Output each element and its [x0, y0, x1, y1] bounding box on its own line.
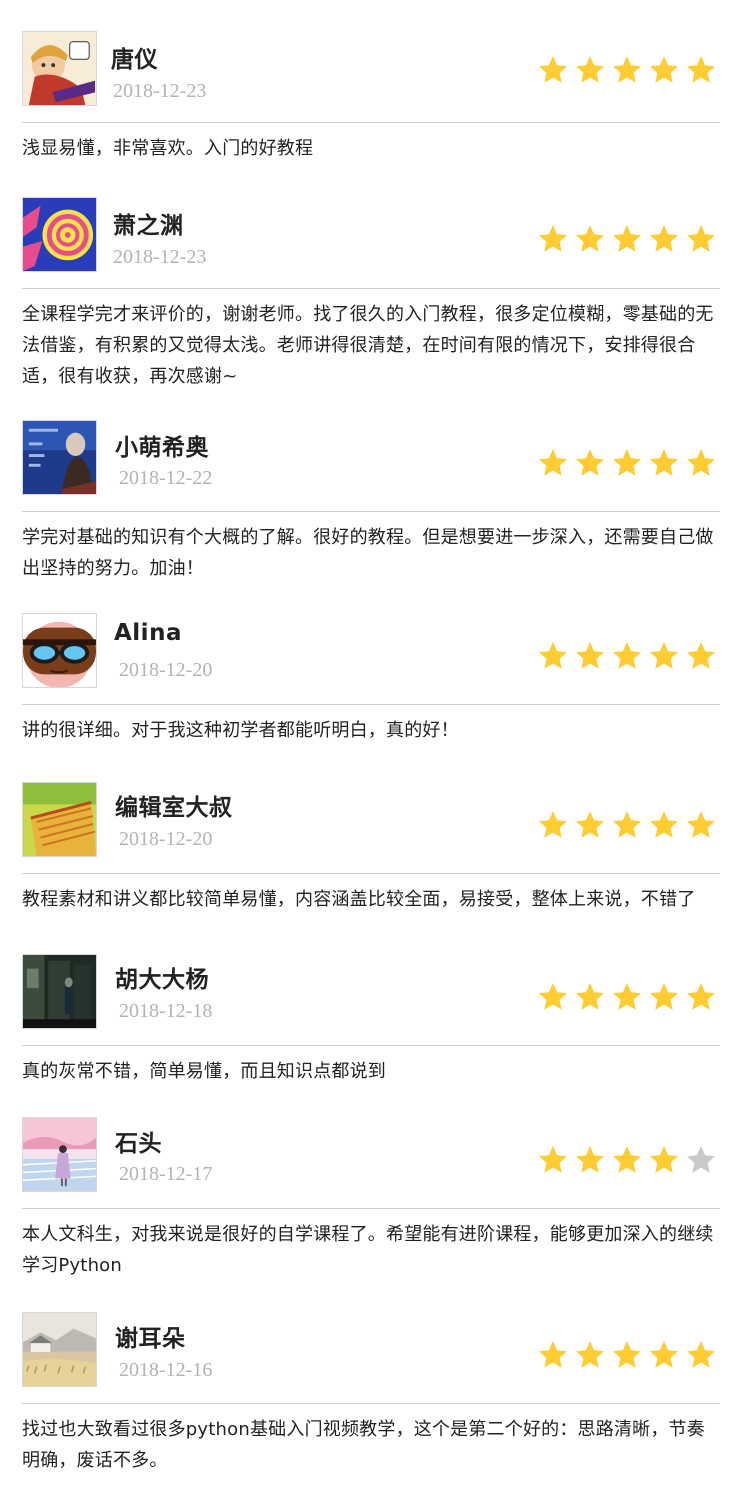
review-list: 唐仪 2018-12-23 浅显易懂，非常喜欢。入门的好教程 萧之渊 2018-… [0, 0, 750, 1501]
rating-stars [532, 1339, 717, 1371]
star-filled-icon [648, 640, 680, 672]
avatar[interactable] [22, 197, 97, 272]
star-filled-icon [685, 809, 717, 841]
star-filled-icon [648, 1339, 680, 1371]
reviewer-name: 编辑室大叔 [115, 795, 233, 821]
avatar[interactable] [22, 954, 97, 1029]
divider [22, 288, 720, 289]
star-filled-icon [611, 1144, 643, 1176]
review-comment: 教程素材和讲义都比较简单易懂，内容涵盖比较全面，易接受，整体上来说，不错了 [22, 889, 696, 910]
reviewer-name: 小萌希奥 [115, 435, 209, 461]
reviewer-name: Alina [114, 620, 182, 646]
rating-stars [532, 223, 717, 255]
star-filled-icon [611, 1339, 643, 1371]
star-filled-icon [685, 1339, 717, 1371]
star-filled-icon [537, 1339, 569, 1371]
avatar[interactable] [22, 31, 97, 106]
reviewer-name: 萧之渊 [113, 213, 184, 239]
divider [22, 511, 720, 512]
star-filled-icon [574, 981, 606, 1013]
star-filled-icon [574, 54, 606, 86]
star-filled-icon [648, 809, 680, 841]
star-filled-icon [537, 447, 569, 479]
divider [22, 1208, 720, 1209]
review-comment: 真的灰常不错，简单易懂，而且知识点都说到 [22, 1061, 386, 1082]
avatar[interactable] [22, 1117, 97, 1192]
review-comment: 找过也大致看过很多python基础入门视频教学，这个是第二个好的：思路清晰，节奏… [22, 1419, 705, 1471]
star-filled-icon [537, 809, 569, 841]
star-filled-icon [611, 640, 643, 672]
star-filled-icon [574, 1339, 606, 1371]
star-filled-icon [648, 54, 680, 86]
rating-stars [532, 447, 717, 479]
review-date: 2018-12-23 [113, 246, 207, 268]
star-filled-icon [574, 223, 606, 255]
star-filled-icon [574, 640, 606, 672]
star-filled-icon [611, 981, 643, 1013]
rating-stars [532, 1144, 717, 1176]
star-filled-icon [685, 447, 717, 479]
star-empty-icon [685, 1144, 717, 1176]
reviewer-name: 谢耳朵 [115, 1326, 186, 1352]
divider [22, 873, 720, 874]
star-filled-icon [537, 981, 569, 1013]
divider [22, 1403, 720, 1404]
star-filled-icon [611, 54, 643, 86]
review-date: 2018-12-20 [119, 828, 213, 850]
divider [22, 1045, 720, 1046]
rating-stars [532, 981, 717, 1013]
divider [22, 122, 720, 123]
review-comment: 全课程学完才来评价的，谢谢老师。找了很久的入门教程，很多定位模糊，零基础的无法借… [22, 304, 714, 387]
review-comment: 学完对基础的知识有个大概的了解。很好的教程。但是想要进一步深入，还需要自己做出坚… [22, 527, 714, 579]
star-filled-icon [648, 1144, 680, 1176]
review-comment: 讲的很详细。对于我这种初学者都能听明白，真的好！ [22, 720, 459, 741]
star-filled-icon [685, 640, 717, 672]
rating-stars [532, 640, 717, 672]
star-filled-icon [685, 54, 717, 86]
star-filled-icon [537, 640, 569, 672]
review-date: 2018-12-17 [119, 1163, 213, 1185]
star-filled-icon [685, 981, 717, 1013]
review-date: 2018-12-22 [119, 467, 213, 489]
star-filled-icon [537, 223, 569, 255]
rating-stars [532, 809, 717, 841]
star-filled-icon [537, 1144, 569, 1176]
avatar[interactable] [22, 613, 97, 688]
star-filled-icon [611, 809, 643, 841]
divider [22, 704, 720, 705]
star-filled-icon [611, 447, 643, 479]
review-comment: 本人文科生，对我来说是很好的自学课程了。希望能有进阶课程，能够更加深入的继续学习… [22, 1224, 714, 1276]
avatar[interactable] [22, 782, 97, 857]
review-date: 2018-12-16 [119, 1359, 213, 1381]
reviewer-name: 石头 [115, 1131, 162, 1157]
star-filled-icon [611, 223, 643, 255]
star-filled-icon [648, 223, 680, 255]
reviewer-name: 唐仪 [111, 47, 158, 73]
star-filled-icon [685, 223, 717, 255]
review-date: 2018-12-23 [113, 80, 207, 102]
review-comment: 浅显易懂，非常喜欢。入门的好教程 [22, 138, 314, 159]
avatar[interactable] [22, 1312, 97, 1387]
avatar[interactable] [22, 420, 97, 495]
star-filled-icon [537, 54, 569, 86]
rating-stars [532, 54, 717, 86]
star-filled-icon [648, 447, 680, 479]
star-filled-icon [574, 1144, 606, 1176]
star-filled-icon [648, 981, 680, 1013]
star-filled-icon [574, 809, 606, 841]
star-filled-icon [574, 447, 606, 479]
reviewer-name: 胡大大杨 [115, 967, 209, 993]
review-date: 2018-12-20 [119, 659, 213, 681]
review-date: 2018-12-18 [119, 1000, 213, 1022]
